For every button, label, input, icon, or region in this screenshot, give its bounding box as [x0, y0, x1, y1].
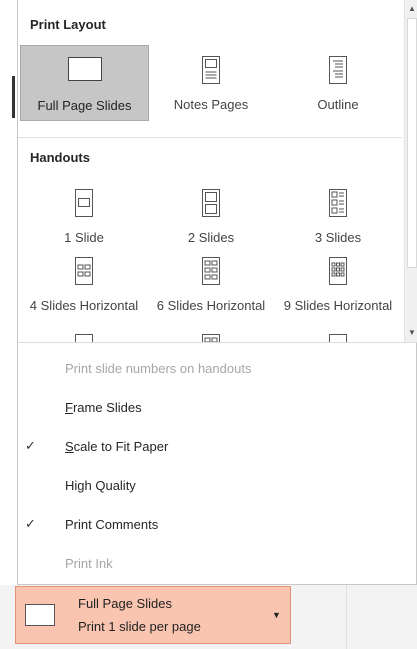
option-label: Print Ink	[65, 556, 113, 571]
handout-3-slides-icon	[329, 189, 347, 217]
option-high-quality[interactable]: High Quality	[18, 474, 417, 500]
handout-label: 6 Slides Horizontal	[156, 298, 266, 313]
handout-partial-icon	[202, 334, 220, 342]
handout-label: 2 Slides	[187, 230, 235, 245]
handout-4-slides-horizontal[interactable]: 4 Slides Horizontal	[20, 246, 148, 318]
option-label: High Quality	[65, 478, 136, 493]
checkmark-icon: ✓	[25, 516, 36, 531]
handout-1-slide[interactable]: 1 Slide	[20, 178, 148, 250]
layout-full-page-slides[interactable]: Full Page Slides	[20, 45, 149, 121]
scroll-up-icon[interactable]: ▲	[405, 2, 417, 16]
full-page-slide-icon	[25, 604, 55, 626]
handout-3-slides[interactable]: 3 Slides	[274, 178, 402, 250]
handout-partial-icon	[75, 334, 93, 342]
dropdown-subtitle: Print 1 slide per page	[78, 619, 201, 634]
option-print-slide-numbers: Print slide numbers on handouts	[18, 357, 417, 383]
handout-2-slides-icon	[202, 189, 220, 217]
layout-label: Notes Pages	[173, 97, 249, 112]
handout-9-slides-icon	[329, 257, 347, 285]
handout-label: 4 Slides Horizontal	[29, 298, 139, 313]
option-print-ink: Print Ink	[18, 552, 417, 578]
scroll-down-icon[interactable]: ▼	[405, 326, 417, 340]
layout-label: Full Page Slides	[37, 98, 132, 113]
gallery-scrollbar[interactable]: ▲ ▼	[404, 0, 417, 342]
option-label: Print Comments	[65, 517, 159, 532]
background-window-edge	[0, 0, 16, 649]
checkmark-icon: ✓	[25, 438, 36, 453]
layout-label: Outline	[317, 97, 359, 112]
background-edge-marker	[12, 76, 15, 118]
layout-gallery: Print Layout Full Page Slides Notes Page…	[18, 0, 402, 342]
handout-2-slides[interactable]: 2 Slides	[147, 178, 275, 250]
option-print-comments[interactable]: ✓ Print Comments	[18, 513, 417, 539]
handout-label: 9 Slides Horizontal	[283, 298, 393, 313]
print-layout-dropdown-panel: Print Layout Full Page Slides Notes Page…	[17, 0, 417, 585]
layout-notes-pages[interactable]: Notes Pages	[147, 45, 275, 117]
section-title-print-layout: Print Layout	[30, 17, 106, 32]
handout-label: 3 Slides	[314, 230, 362, 245]
handout-label: 1 Slide	[64, 230, 104, 245]
outline-icon	[329, 56, 347, 84]
handout-1-slide-icon	[75, 189, 93, 217]
option-scale-to-fit-paper[interactable]: ✓ Scale to Fit Paper	[18, 435, 417, 461]
section-divider	[18, 137, 402, 138]
handout-9-slides-horizontal[interactable]: 9 Slides Horizontal	[274, 246, 402, 318]
option-frame-slides[interactable]: Frame Slides	[18, 396, 417, 422]
full-page-slide-icon	[67, 57, 102, 81]
option-label: Frame Slides	[65, 400, 142, 415]
section-title-handouts: Handouts	[30, 150, 90, 165]
notes-pages-icon	[202, 56, 220, 84]
print-layout-dropdown[interactable]: Full Page Slides Print 1 slide per page …	[15, 586, 291, 644]
chevron-down-icon: ▼	[272, 610, 281, 620]
option-label: Print slide numbers on handouts	[65, 361, 252, 376]
options-divider	[18, 342, 417, 343]
layout-outline[interactable]: Outline	[274, 45, 402, 117]
option-label: Scale to Fit Paper	[65, 439, 169, 454]
handout-6-slides-icon	[202, 257, 220, 285]
dropdown-title: Full Page Slides	[78, 596, 172, 611]
scrollbar-thumb[interactable]	[407, 18, 417, 268]
bar-separator	[346, 585, 347, 649]
handout-6-slides-horizontal[interactable]: 6 Slides Horizontal	[147, 246, 275, 318]
handout-partial-icon	[329, 334, 347, 342]
handout-4-slides-icon	[75, 257, 93, 285]
